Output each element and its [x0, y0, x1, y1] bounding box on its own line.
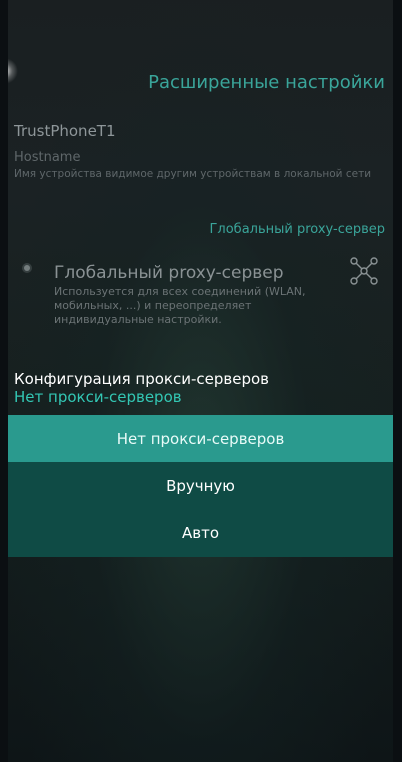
hostname-description: Имя устройства видимое другим устройства… — [14, 168, 372, 180]
global-proxy-switch-label[interactable]: Глобальный proxy-сервер — [54, 263, 284, 283]
pulley-glow — [8, 58, 18, 84]
proxy-config-value[interactable]: Нет прокси-серверов — [14, 388, 182, 406]
menu-option-manual[interactable]: Вручную — [8, 462, 393, 509]
network-nodes-icon — [350, 257, 378, 285]
menu-option-auto[interactable]: Авто — [8, 509, 393, 556]
switch-indicator-icon[interactable] — [22, 263, 32, 273]
settings-screen: Расширенные настройки TrustPhoneT1 Hostn… — [8, 0, 393, 762]
device-name-field[interactable]: TrustPhoneT1 — [14, 122, 116, 140]
hostname-label: Hostname — [14, 150, 81, 165]
menu-option-none[interactable]: Нет прокси-серверов — [8, 415, 393, 462]
proxy-config-label[interactable]: Конфигурация прокси-серверов — [14, 370, 269, 388]
page-title: Расширенные настройки — [148, 72, 385, 93]
proxy-config-menu: Нет прокси-серверов Вручную Авто — [8, 415, 393, 557]
global-proxy-description: Используется для всех соединений (WLAN, … — [54, 285, 306, 326]
section-header-proxy: Глобальный proxy-сервер — [209, 222, 385, 237]
